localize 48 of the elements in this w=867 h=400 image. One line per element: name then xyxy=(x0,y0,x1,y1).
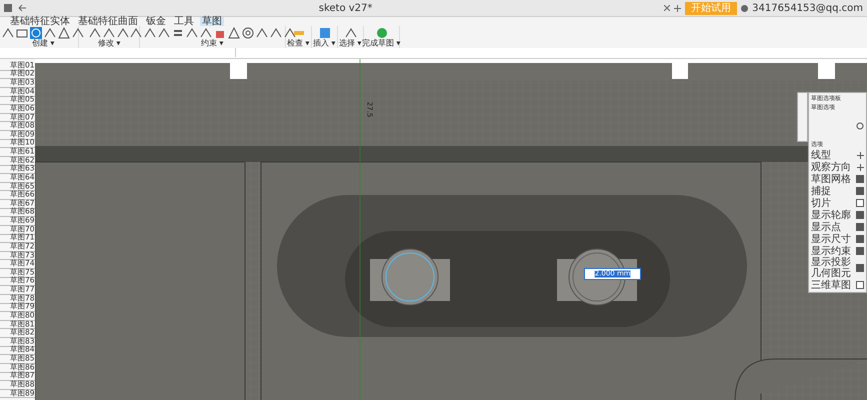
option-icon[interactable] xyxy=(857,152,864,158)
checkbox[interactable] xyxy=(856,199,864,207)
undo-icon[interactable] xyxy=(18,4,27,12)
panel-label[interactable]: 完成草图 ▾ xyxy=(362,40,401,48)
ribbon-tab[interactable]: 基础特征曲面 xyxy=(76,17,140,26)
close-icon[interactable] xyxy=(664,5,670,11)
panel-label[interactable]: 创建 ▾ xyxy=(32,40,54,48)
circle-icon[interactable] xyxy=(856,122,864,130)
option-label: 切片 xyxy=(811,198,832,208)
document-title: sketo v27* xyxy=(318,2,372,14)
triangle-icon[interactable] xyxy=(228,27,240,39)
help-icon[interactable] xyxy=(741,4,748,12)
panel-label[interactable]: 约束 ▾ xyxy=(201,40,224,48)
checkbox[interactable] xyxy=(856,247,864,255)
option-label: 显示约束 xyxy=(811,246,852,256)
checkbox[interactable] xyxy=(856,235,864,243)
equal-icon[interactable] xyxy=(172,27,184,39)
option-label: 显示轮廓 xyxy=(811,210,852,220)
option-icon[interactable] xyxy=(857,164,864,170)
panel-label[interactable]: 插入 ▾ xyxy=(313,40,336,48)
checkbox[interactable] xyxy=(856,223,864,231)
option-label: 草图网格 xyxy=(811,174,852,184)
option-label: 显示尺寸 xyxy=(811,234,852,244)
plus-icon[interactable] xyxy=(674,4,682,12)
panel-label[interactable]: 选择 ▾ xyxy=(339,40,362,48)
panel-label[interactable]: 检查 ▾ xyxy=(287,40,310,48)
option-label: 三维草图 xyxy=(811,280,852,290)
option-label: 显示投影几何图元 xyxy=(811,257,852,279)
finish-icon[interactable] xyxy=(376,27,388,39)
option-label: 显示点 xyxy=(811,222,841,232)
ribbon-tab[interactable]: 基础特征实体 xyxy=(8,17,72,26)
ribbon-tab[interactable]: 草图 xyxy=(200,17,224,26)
option-label: 观察方向 xyxy=(811,162,852,172)
checkbox[interactable] xyxy=(856,211,864,219)
checkbox[interactable] xyxy=(856,281,864,289)
option-label: 捕捉 xyxy=(811,186,832,196)
checkbox[interactable] xyxy=(856,175,864,183)
rect-icon[interactable] xyxy=(16,27,28,39)
triangle-icon[interactable] xyxy=(58,27,70,39)
ribbon-tab[interactable]: 钣金 xyxy=(144,17,168,26)
concentric-icon[interactable] xyxy=(242,27,254,39)
image-icon[interactable] xyxy=(318,27,330,39)
panel-label[interactable]: 修改 ▾ xyxy=(98,40,120,48)
option-label: 线型 xyxy=(811,150,832,160)
ribbon-tab[interactable]: 工具 xyxy=(172,17,196,26)
checkbox[interactable] xyxy=(856,264,864,272)
account-email[interactable]: 3417654153@qq.com xyxy=(752,2,863,14)
checkbox[interactable] xyxy=(856,187,864,195)
